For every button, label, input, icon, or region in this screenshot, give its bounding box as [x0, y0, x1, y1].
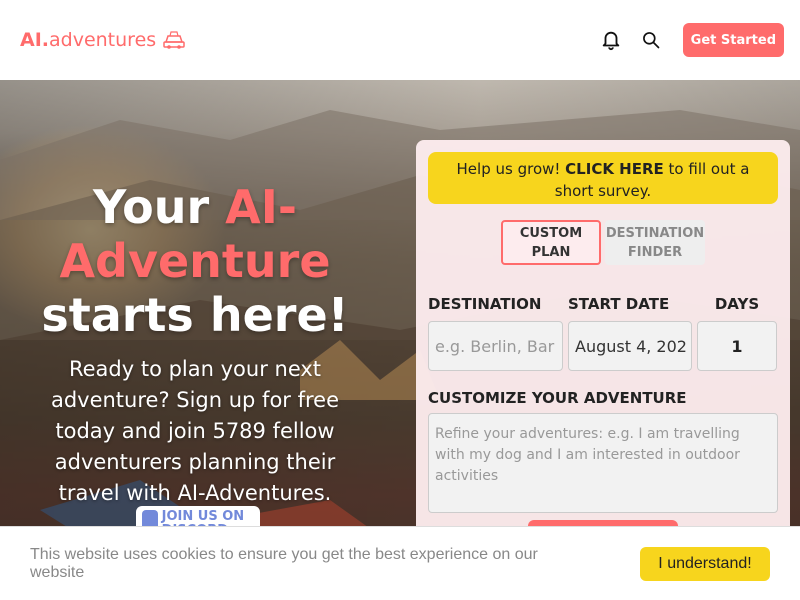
customize-textarea[interactable]: Refine your adventures: e.g. I am travel…	[428, 413, 778, 513]
tab-custom-plan[interactable]: CUSTOM PLAN	[501, 220, 601, 265]
logo-ai-text: AI.	[20, 29, 49, 51]
start-date-field-group: START DATE August 4, 202	[568, 295, 692, 371]
days-input[interactable]: 1	[697, 321, 777, 371]
destination-label: DESTINATION	[428, 295, 542, 313]
cookie-text: This website uses cookies to ensure you …	[30, 545, 538, 581]
days-field-group: DAYS 1	[697, 295, 777, 371]
start-date-label: START DATE	[568, 295, 670, 313]
survey-link[interactable]: CLICK HERE	[565, 160, 664, 178]
hero-copy: Your AI- Adventure starts here! Ready to…	[0, 180, 390, 509]
search-icon[interactable]	[639, 28, 663, 52]
hero-title-your: Your	[93, 180, 226, 234]
plan-tabs: CUSTOM PLAN DESTINATION FINDER	[428, 220, 778, 265]
cookie-banner: This website uses cookies to ensure you …	[0, 526, 800, 600]
destination-input[interactable]: e.g. Berlin, Bar	[428, 321, 563, 371]
car-icon	[163, 31, 185, 49]
destination-field-group: DESTINATION e.g. Berlin, Bar	[428, 295, 563, 371]
customize-label: CUSTOMIZE YOUR ADVENTURE	[428, 389, 687, 407]
trip-fields-row: DESTINATION e.g. Berlin, Bar START DATE …	[428, 295, 778, 371]
survey-prefix: Help us grow!	[456, 160, 566, 178]
brand-logo[interactable]: AI. adventures	[20, 29, 186, 51]
hero-title: Your AI- Adventure starts here!	[0, 180, 390, 342]
top-navbar: AI. adventures Get Started	[0, 0, 800, 80]
days-label: DAYS	[714, 295, 760, 313]
hero-subtitle: Ready to plan your next adventure? Sign …	[50, 357, 340, 505]
bell-icon[interactable]	[599, 28, 623, 52]
hero-title-adventure: Adventure	[59, 234, 331, 288]
logo-adventures-text: adventures	[49, 29, 157, 51]
cookie-accept-button[interactable]: I understand!	[640, 546, 770, 581]
survey-banner[interactable]: Help us grow! CLICK HERE to fill out a s…	[428, 152, 778, 204]
hero-title-ai: AI-	[225, 180, 297, 234]
get-started-button[interactable]: Get Started	[682, 23, 784, 57]
tab-destination-finder[interactable]: DESTINATION FINDER	[605, 220, 705, 265]
start-date-input[interactable]: August 4, 202	[568, 321, 692, 371]
header-actions: Get Started	[599, 23, 784, 57]
hero-title-rest: starts here!	[41, 288, 349, 342]
